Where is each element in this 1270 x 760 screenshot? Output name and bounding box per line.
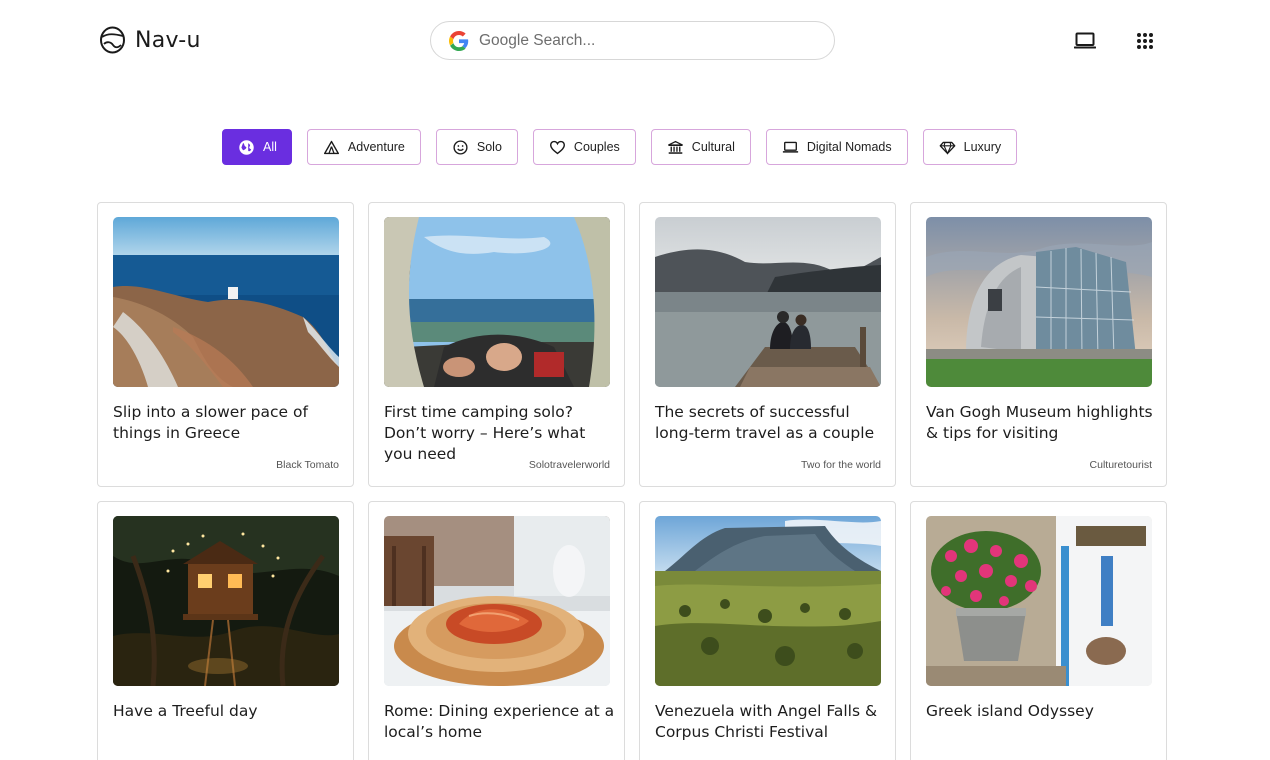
laptop-button[interactable] <box>1073 29 1097 53</box>
search-bar[interactable] <box>430 21 835 60</box>
article-card[interactable]: Rome: Dining experience at a local’s hom… <box>368 501 625 760</box>
card-source: Two for the world <box>801 459 881 471</box>
apps-grid-icon <box>1137 33 1153 49</box>
category-filters: All Adventure Solo Couples Cultural Digi… <box>222 129 1032 165</box>
filter-luxury[interactable]: Luxury <box>922 129 1018 165</box>
article-card[interactable]: Have a Treeful day <box>97 501 354 760</box>
article-card[interactable]: Slip into a slower pace of things in Gre… <box>97 202 354 487</box>
article-card[interactable]: Venezuela with Angel Falls & Corpus Chri… <box>639 501 896 760</box>
museum-icon <box>667 140 683 154</box>
heart-icon <box>549 140 565 154</box>
smiley-icon <box>453 139 468 155</box>
filter-luxury-label: Luxury <box>963 140 1002 154</box>
card-title: First time camping solo? Don’t worry – H… <box>384 403 586 463</box>
search-input[interactable] <box>479 31 809 50</box>
globe-icon <box>239 139 254 155</box>
filter-solo[interactable]: Solo <box>435 129 518 165</box>
filter-cultural-label: Cultural <box>691 140 735 154</box>
tepui-landscape-photo <box>655 516 881 686</box>
tent-icon <box>323 140 339 154</box>
logo-icon <box>100 26 125 54</box>
card-source: Culturetourist <box>1089 459 1152 471</box>
filter-adventure-label: Adventure <box>347 140 405 154</box>
filter-solo-label: Solo <box>476 140 502 154</box>
card-source: Solotravelerworld <box>528 459 610 471</box>
article-card[interactable]: The secrets of successful long-term trav… <box>639 202 896 487</box>
filter-digital-nomads[interactable]: Digital Nomads <box>765 129 908 165</box>
logo[interactable]: Nav-u <box>99 25 201 55</box>
logo-text: Nav-u <box>135 27 201 53</box>
card-title: Have a Treeful day <box>113 702 258 720</box>
treehouse-night-photo <box>113 516 339 686</box>
card-title: Van Gogh Museum highlights & tips for vi… <box>926 403 1153 442</box>
article-grid: Slip into a slower pace of things in Gre… <box>97 202 1167 760</box>
filter-adventure[interactable]: Adventure <box>306 129 421 165</box>
pasta-plate-photo <box>384 516 610 686</box>
filter-all-label: All <box>263 140 277 154</box>
filter-all[interactable]: All <box>222 129 292 165</box>
card-title: Rome: Dining experience at a local’s hom… <box>384 702 615 741</box>
card-title: Venezuela with Angel Falls & Corpus Chri… <box>655 702 878 741</box>
laptop-icon <box>1074 32 1096 49</box>
tent-sea-view-photo <box>384 217 610 387</box>
greek-coastline-photo <box>113 217 339 387</box>
article-card[interactable]: Greek island Odyssey <box>910 501 1167 760</box>
google-icon <box>449 30 469 51</box>
filter-couples[interactable]: Couples <box>532 129 636 165</box>
card-title: Slip into a slower pace of things in Gre… <box>113 403 308 442</box>
filter-digital-nomads-label: Digital Nomads <box>806 140 892 154</box>
article-card[interactable]: Van Gogh Museum highlights & tips for vi… <box>910 202 1167 487</box>
laptop-icon <box>782 141 799 153</box>
flower-street-photo <box>926 516 1152 686</box>
card-source: Black Tomato <box>276 459 339 471</box>
filter-couples-label: Couples <box>573 140 620 154</box>
filter-cultural[interactable]: Cultural <box>650 129 751 165</box>
card-title: Greek island Odyssey <box>926 702 1094 720</box>
couple-on-pier-photo <box>655 217 881 387</box>
museum-building-photo <box>926 217 1152 387</box>
apps-menu-button[interactable] <box>1133 29 1157 53</box>
diamond-icon <box>939 141 956 155</box>
card-title: The secrets of successful long-term trav… <box>655 403 875 442</box>
article-card[interactable]: First time camping solo? Don’t worry – H… <box>368 202 625 487</box>
